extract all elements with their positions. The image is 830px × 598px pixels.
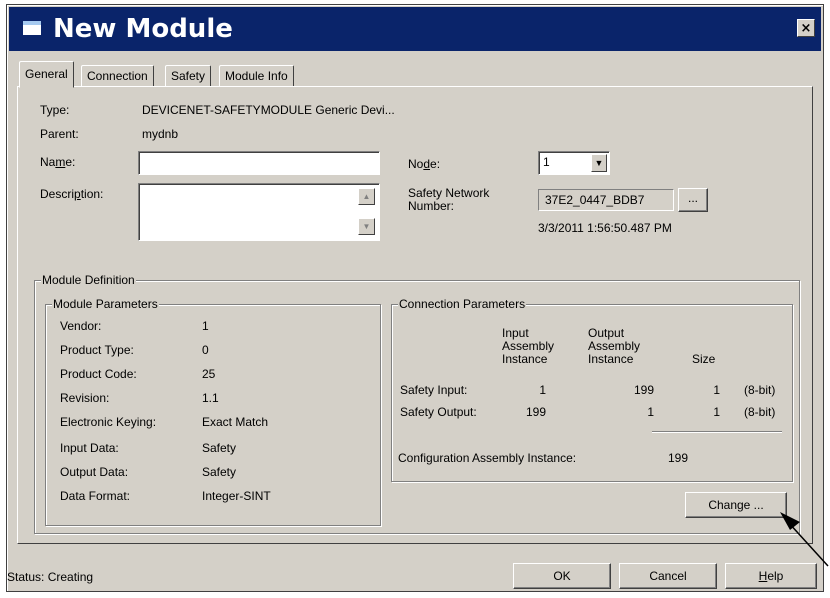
tab-general[interactable]: General [19, 61, 74, 88]
annotation-arrow [780, 512, 829, 567]
